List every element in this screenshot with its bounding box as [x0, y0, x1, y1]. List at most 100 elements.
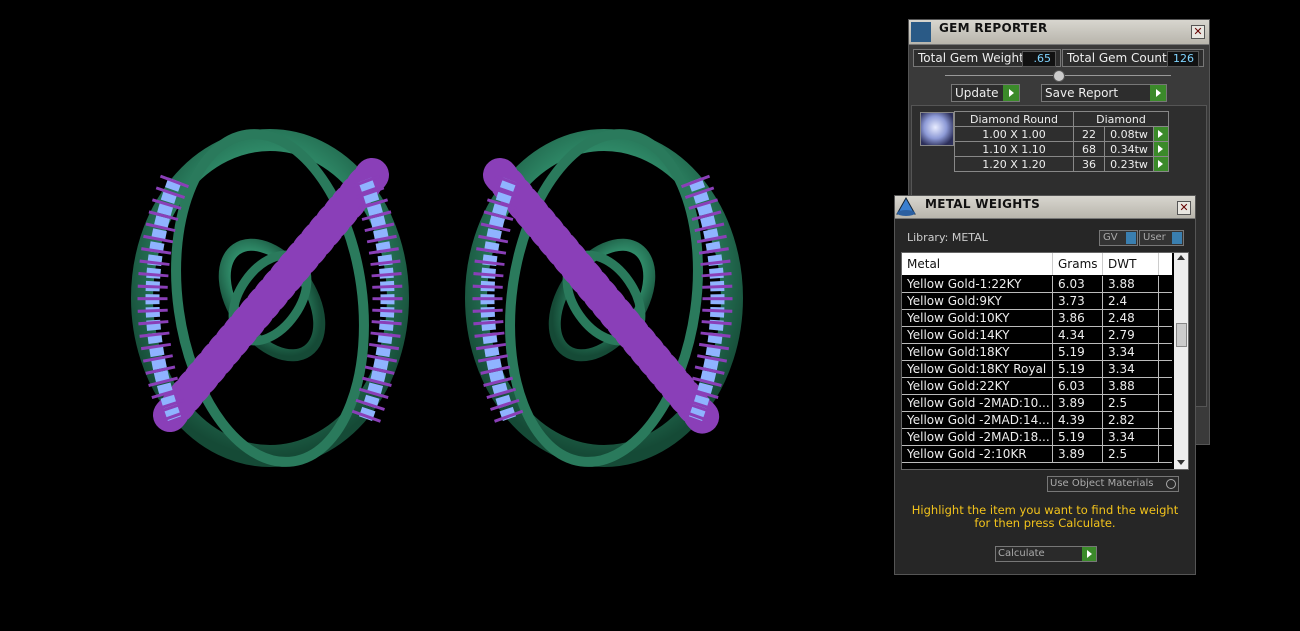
gem-reporter-titlebar[interactable]: GEM REPORTER ✕ — [909, 20, 1209, 45]
row-go-icon[interactable] — [1153, 126, 1169, 142]
metal-table[interactable]: Metal Grams DWT Yellow Gold-1:22KY 6.03 3.… — [901, 252, 1189, 470]
column-divider — [1052, 361, 1053, 377]
table-row[interactable]: Yellow Gold-1:22KY 6.03 3.88 — [902, 276, 1172, 293]
gv-toggle[interactable]: GV — [1099, 230, 1138, 246]
gem-size: 1.10 X 1.10 — [954, 141, 1074, 157]
column-divider — [1158, 395, 1159, 411]
metal-weights-title: METAL WEIGHTS — [925, 197, 1041, 211]
scroll-down-icon[interactable] — [1177, 460, 1185, 465]
save-report-button[interactable]: Save Report — [1041, 84, 1167, 102]
metal-table-scrollbar[interactable] — [1174, 253, 1188, 469]
column-divider — [1052, 310, 1053, 326]
grams-column-header[interactable]: Grams — [1058, 257, 1098, 271]
gv-label: GV — [1103, 232, 1118, 243]
metal-grams: 5.19 — [1058, 430, 1085, 444]
table-row[interactable]: Yellow Gold:22KY 6.03 3.88 — [902, 378, 1172, 395]
metal-name: Yellow Gold:14KY — [907, 328, 1010, 342]
update-label: Update — [955, 86, 999, 100]
gem-size: 1.00 X 1.00 — [954, 126, 1074, 142]
play-arrow-icon — [1082, 547, 1096, 561]
gem-weight: 0.34tw — [1104, 141, 1154, 157]
column-divider — [1052, 429, 1053, 445]
update-button[interactable]: Update — [951, 84, 1020, 102]
column-divider — [1052, 344, 1053, 360]
metal-weights-titlebar[interactable]: METAL WEIGHTS ✕ — [895, 196, 1195, 219]
table-row[interactable]: Yellow Gold:10KY 3.86 2.48 — [902, 310, 1172, 327]
metal-grams: 5.19 — [1058, 345, 1085, 359]
metal-grams: 3.89 — [1058, 447, 1085, 461]
shape-header: Diamond Round — [954, 111, 1074, 127]
instruction-text: Highlight the item you want to find the … — [911, 503, 1179, 530]
column-divider — [1158, 412, 1159, 428]
user-toggle[interactable]: User — [1139, 230, 1184, 246]
close-icon[interactable]: ✕ — [1177, 201, 1191, 215]
table-row[interactable]: Yellow Gold:9KY 3.73 2.4 — [902, 293, 1172, 310]
metal-table-header: Metal Grams DWT — [902, 253, 1172, 275]
total-gem-weight-value: .65 — [1022, 51, 1056, 67]
table-row[interactable]: Yellow Gold -2MAD:14... 4.39 2.82 — [902, 412, 1172, 429]
user-label: User — [1143, 232, 1166, 243]
metal-grams: 4.34 — [1058, 328, 1085, 342]
column-divider — [1102, 446, 1103, 462]
table-row[interactable]: Yellow Gold:18KY 5.19 3.34 — [902, 344, 1172, 361]
3d-viewport[interactable] — [0, 0, 890, 631]
library-label: Library: METAL — [907, 231, 988, 244]
calculate-label: Calculate — [998, 548, 1045, 559]
material-header: Diamond — [1073, 111, 1169, 127]
column-divider — [1102, 395, 1103, 411]
gem-count: 36 — [1073, 156, 1105, 172]
metal-name: Yellow Gold:18KY — [907, 345, 1010, 359]
row-go-icon[interactable] — [1153, 141, 1169, 157]
gem-count: 22 — [1073, 126, 1105, 142]
metal-name: Yellow Gold -2:10KR — [907, 447, 1027, 461]
table-row[interactable]: 1.00 X 1.00 22 0.08tw — [954, 126, 1169, 142]
use-object-materials-label: Use Object Materials — [1050, 478, 1154, 489]
metal-column-header[interactable]: Metal — [907, 257, 940, 271]
total-gem-count-value: 126 — [1167, 51, 1199, 67]
metal-dwt: 3.88 — [1108, 379, 1135, 393]
total-gem-weight-label: Total Gem Weight — [918, 51, 1024, 65]
metal-weights-panel: METAL WEIGHTS ✕ Library: METAL GV User M… — [894, 195, 1196, 575]
total-gem-count: Total Gem Count 126 — [1062, 49, 1204, 67]
column-divider — [1052, 276, 1053, 292]
metal-grams: 3.86 — [1058, 311, 1085, 325]
column-divider — [1102, 327, 1103, 343]
gem-weight: 0.23tw — [1104, 156, 1154, 172]
column-divider — [1052, 446, 1053, 462]
column-divider — [1102, 293, 1103, 309]
metal-name: Yellow Gold -2MAD:10... — [907, 396, 1050, 410]
table-row[interactable]: Yellow Gold -2:10KR 3.89 2.5 — [902, 446, 1172, 463]
splitter-handle[interactable] — [1053, 70, 1065, 82]
gem-size: 1.20 X 1.20 — [954, 156, 1074, 172]
column-divider — [1158, 327, 1159, 343]
earring-left[interactable] — [131, 122, 409, 474]
table-row[interactable]: 1.10 X 1.10 68 0.34tw — [954, 141, 1169, 157]
scroll-thumb[interactable] — [1176, 323, 1187, 347]
metal-grams: 6.03 — [1058, 277, 1085, 291]
table-row[interactable]: Yellow Gold -2MAD:10... 3.89 2.5 — [902, 395, 1172, 412]
table-row[interactable]: Yellow Gold:18KY Royal 5.19 3.34 — [902, 361, 1172, 378]
column-divider — [1052, 293, 1053, 309]
row-go-icon[interactable] — [1153, 156, 1169, 172]
close-icon[interactable]: ✕ — [1191, 25, 1205, 39]
scroll-up-icon[interactable] — [1177, 255, 1185, 260]
gem-reporter-title: GEM REPORTER — [939, 21, 1048, 35]
column-divider — [1158, 293, 1159, 309]
table-row[interactable]: Yellow Gold -2MAD:18... 5.19 3.34 — [902, 429, 1172, 446]
metal-name: Yellow Gold -2MAD:14... — [907, 413, 1050, 427]
calculate-button[interactable]: Calculate — [995, 546, 1097, 562]
total-gem-weight: Total Gem Weight .65 — [913, 49, 1061, 67]
dwt-column-header[interactable]: DWT — [1108, 257, 1136, 271]
column-divider — [1052, 327, 1053, 343]
gem-reporter-icon — [911, 22, 931, 42]
play-arrow-icon — [1150, 85, 1166, 101]
table-row[interactable]: Yellow Gold:14KY 4.34 2.79 — [902, 327, 1172, 344]
use-object-materials-option[interactable]: Use Object Materials — [1047, 476, 1179, 492]
table-row[interactable]: 1.20 X 1.20 36 0.23tw — [954, 156, 1169, 172]
metal-dwt: 2.82 — [1108, 413, 1135, 427]
earring-right[interactable] — [465, 122, 743, 474]
metal-dwt: 3.34 — [1108, 430, 1135, 444]
metal-dwt: 2.48 — [1108, 311, 1135, 325]
column-divider — [1102, 361, 1103, 377]
metal-weights-icon — [895, 196, 917, 218]
